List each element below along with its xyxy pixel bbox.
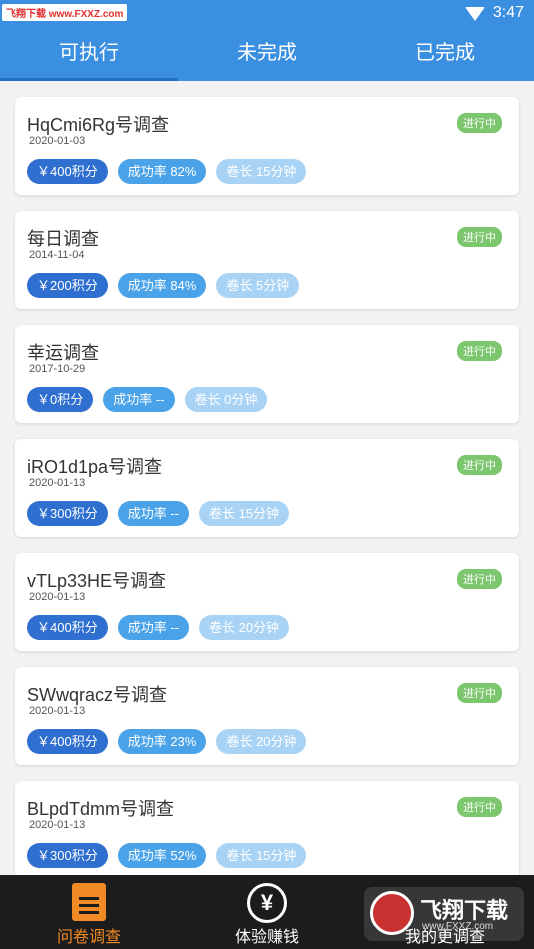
- points-pill: ￥200积分: [27, 273, 108, 298]
- survey-title: 幸运调查: [27, 343, 99, 363]
- status-badge: 进行中: [457, 341, 502, 361]
- status-badge: 进行中: [457, 569, 502, 589]
- status-badge: 进行中: [457, 683, 502, 703]
- survey-card[interactable]: iRO1d1pa号调查 2020-01-13 进行中 ￥300积分 成功率 --…: [15, 439, 519, 537]
- tab-bar: 可执行 未完成 已完成: [0, 27, 534, 81]
- status-badge: 进行中: [457, 227, 502, 247]
- success-rate-pill: 成功率 84%: [117, 273, 207, 298]
- points-pill: ￥300积分: [27, 501, 108, 526]
- survey-date: 2020-01-13: [29, 591, 86, 603]
- watermark-url: www.FXXZ.com: [422, 921, 494, 932]
- survey-date: 2020-01-13: [29, 477, 86, 489]
- success-rate-pill: 成功率 --: [117, 615, 189, 640]
- survey-title: HqCmi6Rg号调查: [27, 115, 170, 135]
- survey-date: 2017-10-29: [29, 363, 86, 375]
- wifi-icon: [464, 7, 485, 21]
- survey-title: SWwqracz号调查: [27, 685, 168, 705]
- survey-date: 2020-01-13: [29, 705, 86, 717]
- tab-completed[interactable]: 已完成: [356, 27, 534, 81]
- duration-pill: 卷长 0分钟: [184, 387, 268, 412]
- watermark-badge: 飞翔下载 www.FXXZ.com: [2, 4, 128, 21]
- points-pill: ￥0积分: [27, 387, 94, 412]
- status-badge: 进行中: [457, 455, 502, 475]
- yen-coin-icon: ¥: [247, 883, 287, 923]
- survey-date: 2014-11-04: [29, 249, 85, 261]
- points-pill: ￥400积分: [27, 729, 108, 754]
- success-rate-pill: 成功率 82%: [117, 159, 207, 184]
- duration-pill: 卷长 15分钟: [216, 159, 307, 184]
- survey-title: 每日调查: [27, 229, 99, 249]
- status-time: 3:47: [492, 4, 524, 21]
- duration-pill: 卷长 15分钟: [216, 843, 307, 868]
- status-icons: 3:47: [464, 4, 524, 22]
- document-icon: [72, 883, 106, 921]
- duration-pill: 卷长 20分钟: [198, 615, 290, 640]
- success-rate-pill: 成功率 --: [103, 387, 175, 412]
- bottom-nav: 问卷调查 ¥ 体验赚钱 我的更调查 飞翔下载 www.FXXZ.com: [0, 875, 534, 949]
- survey-card[interactable]: 幸运调查 2017-10-29 进行中 ￥0积分 成功率 -- 卷长 0分钟: [15, 325, 519, 423]
- success-rate-pill: 成功率 52%: [117, 843, 207, 868]
- status-bar: 飞翔下载 www.FXXZ.com 3:47: [0, 0, 534, 27]
- points-pill: ￥400积分: [27, 159, 108, 184]
- survey-date: 2020-01-13: [29, 819, 86, 831]
- survey-date: 2020-01-03: [29, 135, 86, 147]
- survey-title: vTLp33HE号调查: [27, 571, 167, 591]
- survey-title: BLpdTdmm号调查: [27, 799, 175, 819]
- duration-pill: 卷长 20分钟: [216, 729, 307, 754]
- nav-survey[interactable]: 问卷调查: [0, 875, 178, 949]
- points-pill: ￥400积分: [27, 615, 108, 640]
- survey-title: iRO1d1pa号调查: [27, 457, 163, 477]
- points-pill: ￥300积分: [27, 843, 108, 868]
- success-rate-pill: 成功率 23%: [117, 729, 207, 754]
- survey-card[interactable]: BLpdTdmm号调查 2020-01-13 进行中 ￥300积分 成功率 52…: [15, 781, 519, 875]
- survey-card[interactable]: HqCmi6Rg号调查 2020-01-03 进行中 ￥400积分 成功率 82…: [15, 97, 519, 195]
- watermark-logo-icon: [370, 891, 414, 935]
- survey-card[interactable]: SWwqracz号调查 2020-01-13 进行中 ￥400积分 成功率 23…: [15, 667, 519, 765]
- nav-survey-label: 问卷调查: [56, 929, 121, 946]
- nav-mine[interactable]: 我的更调查 飞翔下载 www.FXXZ.com: [356, 875, 534, 949]
- tab-incomplete[interactable]: 未完成: [178, 27, 356, 81]
- watermark-logo: 飞翔下载 www.FXXZ.com: [364, 887, 524, 941]
- status-badge: 进行中: [457, 797, 502, 817]
- status-badge: 进行中: [457, 113, 502, 133]
- survey-list[interactable]: HqCmi6Rg号调查 2020-01-03 进行中 ￥400积分 成功率 82…: [0, 81, 534, 875]
- survey-card[interactable]: 每日调查 2014-11-04 进行中 ￥200积分 成功率 84% 卷长 5分…: [15, 211, 519, 309]
- success-rate-pill: 成功率 --: [117, 501, 189, 526]
- nav-earn-label: 体验赚钱: [234, 929, 299, 946]
- tab-executable[interactable]: 可执行: [0, 27, 178, 81]
- nav-earn[interactable]: ¥ 体验赚钱: [178, 875, 356, 949]
- duration-pill: 卷长 15分钟: [198, 501, 290, 526]
- survey-card[interactable]: vTLp33HE号调查 2020-01-13 进行中 ￥400积分 成功率 --…: [15, 553, 519, 651]
- duration-pill: 卷长 5分钟: [216, 273, 300, 298]
